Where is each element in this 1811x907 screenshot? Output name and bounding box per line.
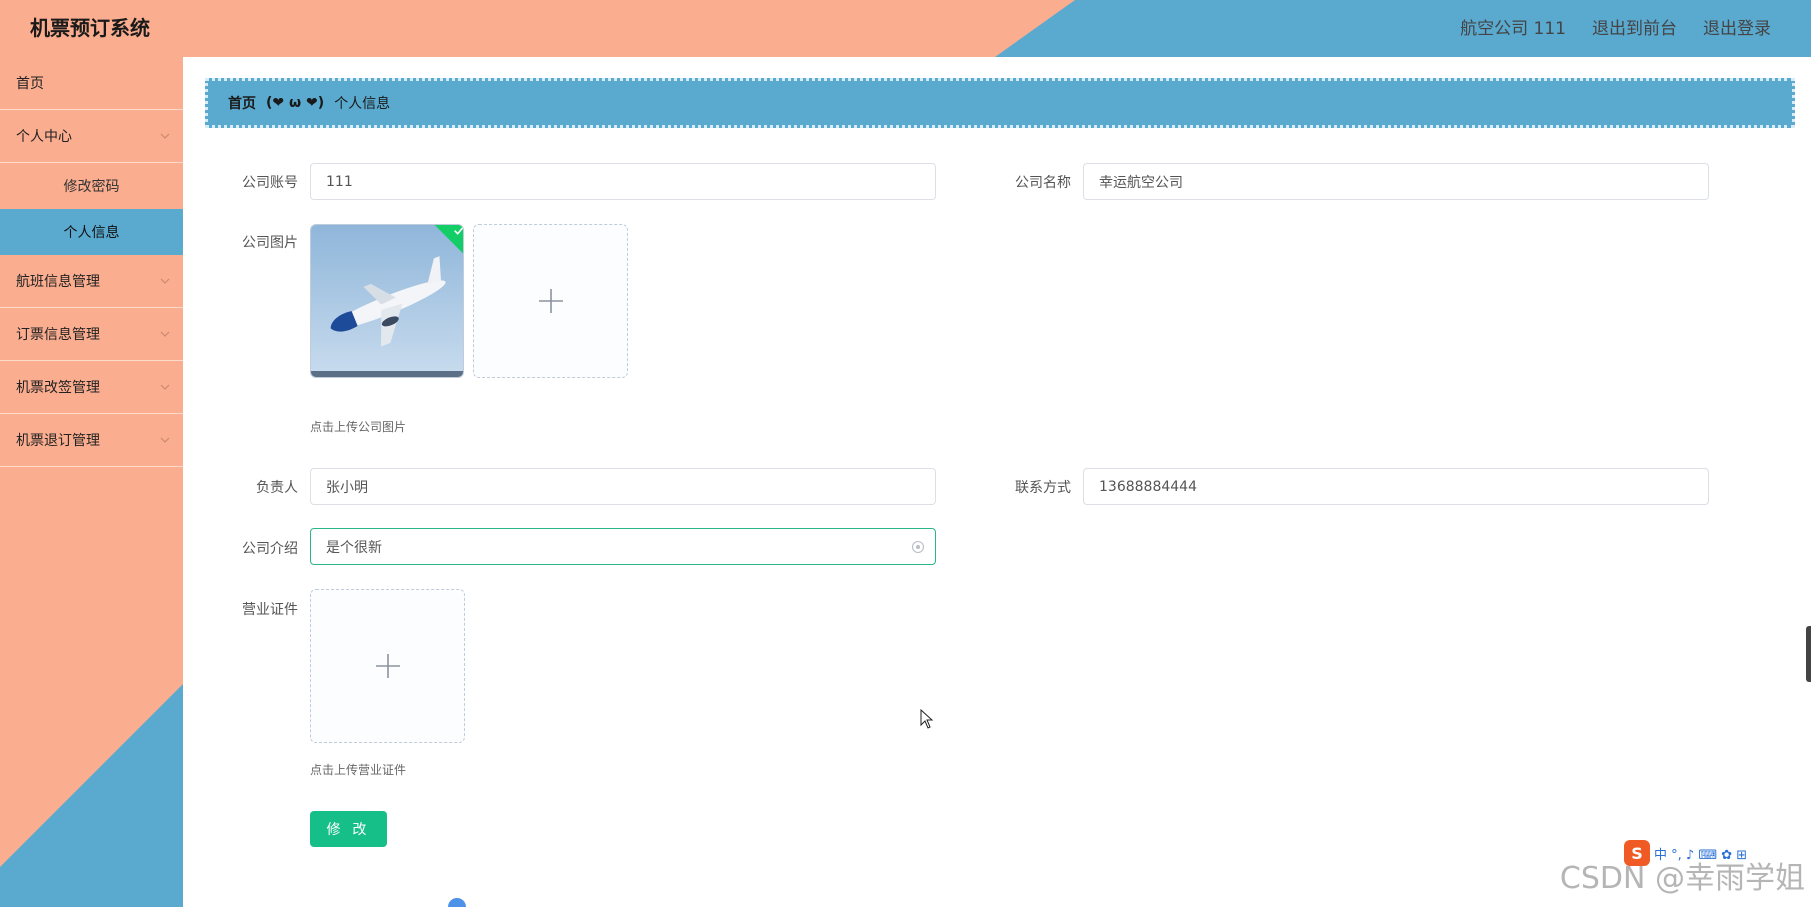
sidebar-item-label: 机票改签管理 [16, 380, 100, 396]
contact-value: 13688884444 [1099, 478, 1197, 495]
company-intro-label: 公司介绍 [242, 541, 298, 557]
contact-input[interactable]: 13688884444 [1083, 468, 1709, 505]
sidebar-item-label: 航班信息管理 [16, 274, 100, 290]
company-name-value: 幸运航空公司 [1099, 174, 1183, 191]
company-intro-value: 是个很新 [326, 539, 382, 556]
company-image-tip: 点击上传公司图片 [310, 420, 407, 434]
mouse-cursor-icon [920, 709, 934, 729]
chevron-down-icon [160, 133, 170, 139]
nav-current-user[interactable]: 航空公司 111 [1460, 14, 1566, 39]
company-image-upload-button[interactable] [473, 224, 628, 378]
manager-value: 张小明 [326, 479, 368, 496]
chevron-down-icon [160, 278, 170, 284]
clear-icon[interactable] [911, 540, 925, 554]
sidebar-item-booking-info[interactable]: 订票信息管理 [0, 308, 183, 361]
business-license-tip: 点击上传营业证件 [310, 763, 407, 777]
nav-logout[interactable]: 退出登录 [1703, 14, 1771, 39]
company-name-label: 公司名称 [1015, 175, 1071, 191]
company-account-label: 公司账号 [242, 175, 298, 191]
breadcrumb-separator: (❤ ω ❤) [266, 95, 325, 111]
chevron-down-icon [160, 384, 170, 390]
sidebar-item-home[interactable]: 首页 [0, 57, 183, 110]
nav-back-to-front[interactable]: 退出到前台 [1592, 14, 1677, 39]
sidebar-subitem-change-password[interactable]: 修改密码 [0, 163, 183, 209]
check-icon [454, 227, 463, 235]
company-account-input[interactable]: 111 [310, 163, 936, 200]
company-image-label: 公司图片 [242, 235, 298, 251]
company-name-input[interactable]: 幸运航空公司 [1083, 163, 1709, 200]
top-header: 机票预订系统 航空公司 111 退出到前台 退出登录 [0, 0, 1811, 57]
manager-label: 负责人 [256, 480, 298, 496]
breadcrumb-current: 个人信息 [334, 96, 391, 112]
sidebar-item-flight-info[interactable]: 航班信息管理 [0, 255, 183, 308]
breadcrumb: 首页 (❤ ω ❤) 个人信息 [205, 78, 1795, 128]
chevron-down-icon [160, 331, 170, 337]
header-nav: 航空公司 111 退出到前台 退出登录 [1460, 14, 1771, 39]
business-license-upload-button[interactable] [310, 589, 465, 743]
company-intro-input[interactable]: 是个很新 [310, 528, 936, 565]
sidebar-item-ticket-refund[interactable]: 机票退订管理 [0, 414, 183, 467]
sidebar-subitem-personal-info[interactable]: 个人信息 [0, 209, 183, 255]
company-account-value: 111 [326, 173, 353, 190]
sidebar-menu: 首页 个人中心 修改密码 个人信息 航班信息管理 订票信息管理 机票改签管理 机… [0, 57, 183, 467]
contact-label: 联系方式 [1015, 480, 1071, 496]
company-image-thumbnail[interactable] [310, 224, 464, 378]
breadcrumb-home[interactable]: 首页 [228, 93, 256, 113]
sidebar: 首页 个人中心 修改密码 个人信息 航班信息管理 订票信息管理 机票改签管理 机… [0, 57, 183, 907]
app-title: 机票预订系统 [30, 16, 150, 40]
chevron-down-icon [160, 437, 170, 443]
manager-input[interactable]: 张小明 [310, 468, 936, 505]
sidebar-item-label: 机票退订管理 [16, 433, 100, 449]
sidebar-item-label: 个人中心 [16, 129, 72, 145]
business-license-label: 营业证件 [242, 602, 298, 618]
sidebar-item-personal-center[interactable]: 个人中心 [0, 110, 183, 163]
modify-button[interactable]: 修 改 [310, 811, 387, 847]
side-scroll-handle[interactable] [1806, 626, 1811, 682]
csdn-watermark: CSDN @幸雨学姐 [1559, 861, 1805, 896]
plus-icon [375, 654, 400, 678]
floating-dot-icon[interactable] [448, 898, 466, 907]
plus-icon [538, 289, 563, 313]
sidebar-item-label: 订票信息管理 [16, 327, 100, 343]
sidebar-item-label: 首页 [16, 76, 44, 92]
sidebar-item-ticket-change[interactable]: 机票改签管理 [0, 361, 183, 414]
airplane-photo [311, 225, 463, 377]
